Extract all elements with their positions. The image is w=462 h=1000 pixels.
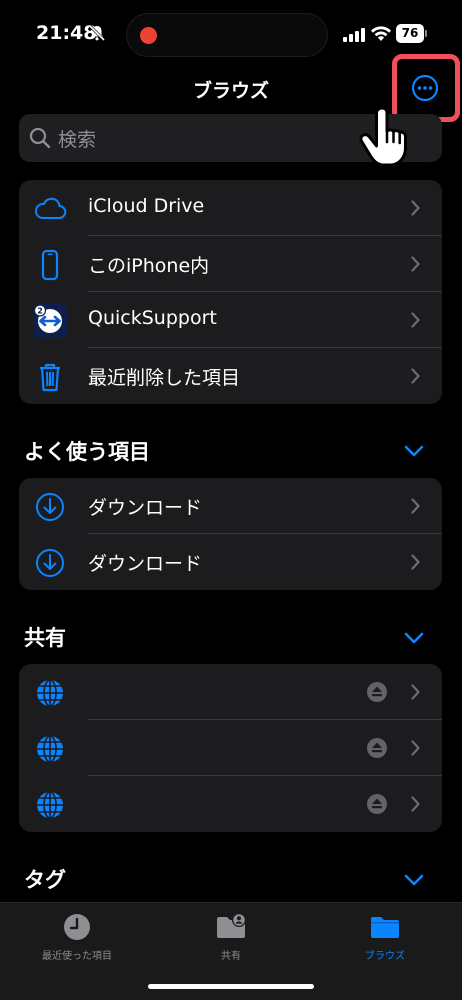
favorite-row-downloads[interactable]: ダウンロード: [19, 478, 442, 534]
home-indicator[interactable]: [148, 984, 314, 989]
chevron-right-icon: [411, 740, 420, 756]
location-label: このiPhone内: [88, 255, 210, 277]
shared-list: [19, 664, 442, 832]
iphone-icon: [41, 249, 59, 281]
cellular-signal-icon: [343, 28, 365, 42]
chevron-right-icon: [411, 312, 420, 328]
favorite-row-downloads[interactable]: ダウンロード: [19, 534, 442, 590]
bell-slash-icon: [88, 24, 106, 42]
section-title-shared: 共有: [24, 626, 66, 650]
locations-list: iCloud Drive このiPhone内 2 QuickSupport 最近…: [19, 180, 442, 404]
chevron-right-icon: [411, 796, 420, 812]
tab-label: ブラウズ: [365, 951, 405, 962]
chevron-right-icon: [411, 200, 420, 216]
recording-indicator-icon: [140, 27, 157, 44]
network-globe-icon: [37, 791, 63, 819]
tab-browse[interactable]: ブラウズ: [308, 903, 462, 973]
download-icon: [36, 549, 64, 577]
chevron-right-icon: [411, 684, 420, 700]
section-title-favorites: よく使う項目: [24, 440, 150, 464]
trash-icon: [40, 363, 60, 392]
section-title-tags: タグ: [24, 868, 66, 892]
location-label: QuickSupport: [88, 307, 217, 329]
tab-shared[interactable]: 共有: [154, 903, 308, 973]
svg-text:2: 2: [37, 307, 43, 316]
eject-icon[interactable]: [366, 737, 388, 759]
shared-server-row[interactable]: [19, 720, 442, 776]
location-row-recently-deleted[interactable]: 最近削除した項目: [19, 348, 442, 404]
clock-icon: [64, 914, 90, 940]
chevron-down-icon[interactable]: [404, 445, 424, 457]
chevron-down-icon[interactable]: [404, 874, 424, 886]
favorite-label: ダウンロード: [88, 497, 203, 519]
shared-server-row[interactable]: [19, 664, 442, 720]
cloud-icon: [34, 197, 67, 219]
favorites-list: ダウンロード ダウンロード: [19, 478, 442, 590]
tab-label: 最近使った項目: [42, 951, 112, 962]
chevron-right-icon: [411, 554, 420, 570]
quicksupport-app-icon: 2: [33, 304, 67, 338]
pointing-hand-icon: [359, 106, 407, 167]
location-label: iCloud Drive: [88, 195, 205, 217]
chevron-right-icon: [411, 368, 420, 384]
folder-icon: [371, 917, 399, 938]
network-globe-icon: [37, 735, 63, 763]
battery-icon: 76: [396, 24, 424, 43]
battery-tip: [425, 30, 427, 37]
tab-label: 共有: [221, 951, 241, 962]
location-label: 最近削除した項目: [88, 367, 241, 389]
favorite-label: ダウンロード: [88, 553, 203, 575]
location-row-quicksupport[interactable]: 2 QuickSupport: [19, 292, 442, 348]
download-icon: [36, 493, 64, 521]
shared-server-row[interactable]: [19, 776, 442, 832]
chevron-down-icon[interactable]: [404, 632, 424, 644]
tab-recents[interactable]: 最近使った項目: [0, 903, 154, 973]
location-row-icloud-drive[interactable]: iCloud Drive: [19, 180, 442, 236]
chevron-right-icon: [411, 256, 420, 272]
chevron-right-icon: [411, 498, 420, 514]
status-bar: 21:48 76: [0, 0, 462, 66]
eject-icon[interactable]: [366, 681, 388, 703]
dynamic-island[interactable]: [126, 13, 328, 57]
network-globe-icon: [37, 679, 63, 707]
shared-folder-icon: [217, 913, 246, 938]
eject-icon[interactable]: [366, 793, 388, 815]
location-row-this-iphone[interactable]: このiPhone内: [19, 236, 442, 292]
wifi-icon: [371, 26, 391, 41]
search-icon: [29, 127, 51, 149]
search-placeholder: 検索: [58, 129, 97, 151]
